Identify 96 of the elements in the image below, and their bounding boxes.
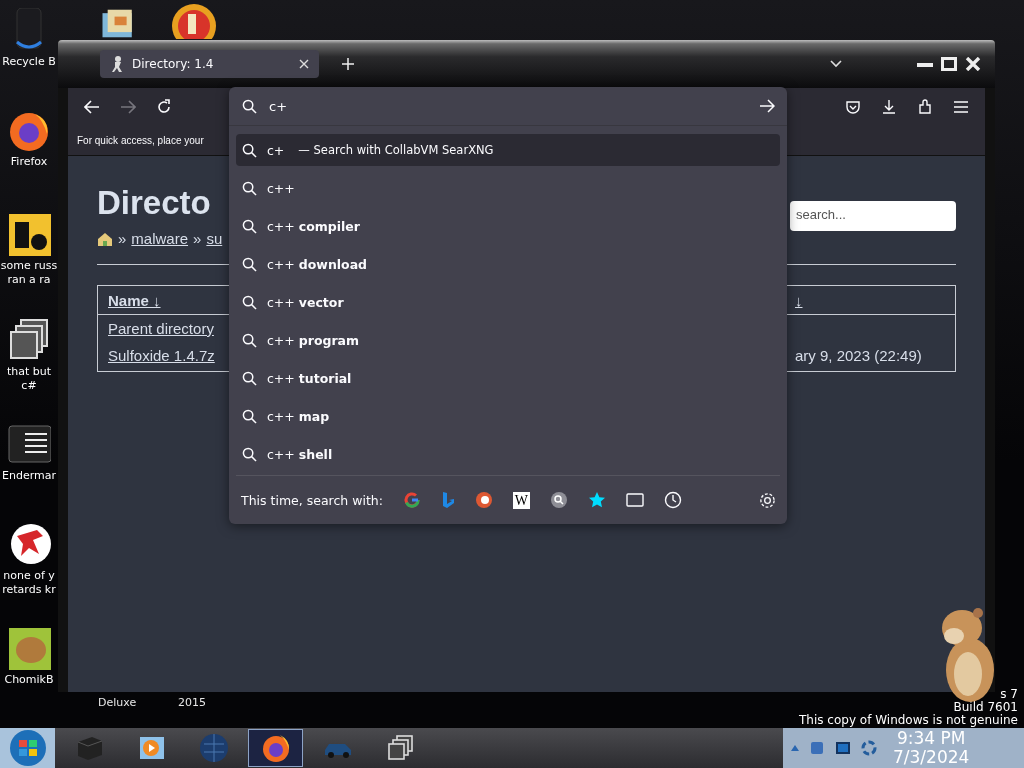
- suggestion-item[interactable]: c++: [236, 172, 780, 204]
- icon-label: 2015: [178, 696, 206, 709]
- icon-label: Endermar: [2, 469, 56, 483]
- search-icon: [242, 98, 257, 114]
- search-icon: [242, 332, 257, 348]
- suggestion-item[interactable]: c++ compiler: [236, 210, 780, 242]
- taskbar-button[interactable]: [248, 729, 303, 767]
- suggestion-text: c++ download: [267, 256, 368, 272]
- ribbon-logo-icon[interactable]: [440, 491, 455, 509]
- breadcrumb-link[interactable]: malware: [131, 230, 189, 247]
- globe-icon: [197, 732, 230, 764]
- table-cell-text: ary 9, 2023 (22:49): [795, 347, 923, 364]
- swirl-icon[interactable]: [861, 740, 877, 756]
- media-player-icon: [137, 734, 166, 762]
- figure-icon: [110, 56, 124, 72]
- icon-label: retards kr: [2, 583, 56, 597]
- wiki-logo-icon[interactable]: W: [512, 491, 530, 509]
- home-icon[interactable]: [97, 230, 113, 247]
- chevron-down-icon[interactable]: [829, 59, 843, 69]
- column-header[interactable]: Name ↓: [108, 291, 161, 309]
- breadcrumb-separator: »: [193, 230, 202, 247]
- page-heading: Directo: [97, 183, 212, 223]
- suggestion-text: c+: [267, 142, 285, 158]
- monitor-icon[interactable]: [835, 740, 851, 756]
- windows-stack-icon[interactable]: [7, 318, 51, 362]
- duck-logo-icon[interactable]: [474, 491, 493, 509]
- new-tab-icon[interactable]: [341, 57, 355, 71]
- suggestion-item[interactable]: c++ map: [236, 400, 780, 432]
- pocket-icon[interactable]: [845, 98, 861, 115]
- search-icon: [242, 218, 257, 234]
- search-icon: [242, 142, 257, 158]
- suggestion-text: c++: [267, 180, 295, 196]
- magnifier-logo-icon[interactable]: [549, 491, 568, 509]
- suggestion-item[interactable]: c++ vector: [236, 286, 780, 318]
- close-icon[interactable]: [299, 59, 309, 69]
- file-link[interactable]: Sulfoxide 1.4.7z: [108, 347, 215, 364]
- suggestion-item[interactable]: c++ program: [236, 324, 780, 356]
- icon-label: some russ: [0, 259, 58, 273]
- icon-label: Deluxe: [98, 696, 137, 709]
- icon-label: Recycle B: [2, 55, 56, 69]
- menu-icon[interactable]: [953, 99, 969, 114]
- clock-date: 7/3/2024: [893, 748, 970, 767]
- triangle-up-icon[interactable]: [791, 745, 799, 751]
- suggestion-item[interactable]: c++ tutorial: [236, 362, 780, 394]
- search-icon: [242, 294, 257, 310]
- search-icon: [242, 446, 257, 462]
- clock-time: 9:34 PM: [896, 729, 966, 748]
- watermark-line: s 7: [1000, 688, 1018, 701]
- browser-tab[interactable]: Directory: 1.4: [100, 50, 319, 78]
- suggestion-text: c++ shell: [267, 446, 333, 462]
- breadcrumb-separator: »: [118, 230, 127, 247]
- suggestion-item[interactable]: c+ — Search with CollabVM SearXNG: [236, 134, 780, 166]
- tab-icon[interactable]: [625, 493, 644, 507]
- suggestion-item[interactable]: c++ download: [236, 248, 780, 280]
- suggestion-text: c++ vector: [267, 294, 344, 310]
- clock-icon[interactable]: [663, 491, 682, 509]
- search-icon: [242, 256, 257, 272]
- watermark-line: This copy of Windows is not genuine: [799, 714, 1018, 727]
- icon-label: that but: [6, 365, 52, 379]
- bookmarks-hint: For quick access, place your: [77, 134, 204, 146]
- file-link[interactable]: Parent directory: [108, 320, 214, 337]
- icon-label: c#: [21, 379, 37, 393]
- start-button[interactable]: [0, 728, 55, 768]
- watermark-line: Build 7601: [953, 701, 1018, 714]
- reload-icon[interactable]: [156, 98, 172, 115]
- hamster-icon[interactable]: [7, 626, 51, 670]
- icon-label: Firefox: [10, 155, 48, 169]
- windows-stack-icon: [385, 734, 414, 762]
- column-header[interactable]: ↓: [795, 291, 945, 309]
- suggestion-item[interactable]: c++ shell: [236, 438, 780, 470]
- settings-icon[interactable]: [759, 491, 776, 509]
- tile-icon[interactable]: [7, 212, 51, 256]
- breadcrumb-link[interactable]: su: [206, 230, 223, 247]
- suggestion-text: c++ program: [267, 332, 360, 348]
- icon-label: ChomikB: [4, 673, 54, 687]
- terminal-icon[interactable]: [7, 422, 51, 466]
- suggestion-text: c++ tutorial: [267, 370, 352, 386]
- suggestion-text: c++ map: [267, 408, 330, 424]
- forward-arrow-icon[interactable]: [120, 99, 136, 114]
- search-with-label: This time, search with:: [241, 492, 383, 508]
- icon-label: none of y: [3, 569, 55, 583]
- back-arrow-icon[interactable]: [84, 99, 100, 114]
- suggestion-action: — Search with CollabVM SearXNG: [298, 143, 494, 157]
- search-icon: [242, 180, 257, 196]
- maximize-icon[interactable]: [941, 57, 957, 71]
- download-icon[interactable]: [881, 98, 897, 115]
- icon-label: ran a ra: [7, 273, 51, 287]
- close-icon[interactable]: [965, 57, 981, 71]
- ring-logo-icon[interactable]: [402, 491, 421, 509]
- go-arrow-icon[interactable]: [759, 99, 775, 113]
- suggestion-text: c++ compiler: [267, 218, 360, 234]
- star-icon[interactable]: [587, 491, 606, 509]
- search-icon: [242, 408, 257, 424]
- search-field[interactable]: search...: [790, 201, 956, 231]
- search-icon: [242, 370, 257, 386]
- windows-orb-icon: [7, 729, 48, 767]
